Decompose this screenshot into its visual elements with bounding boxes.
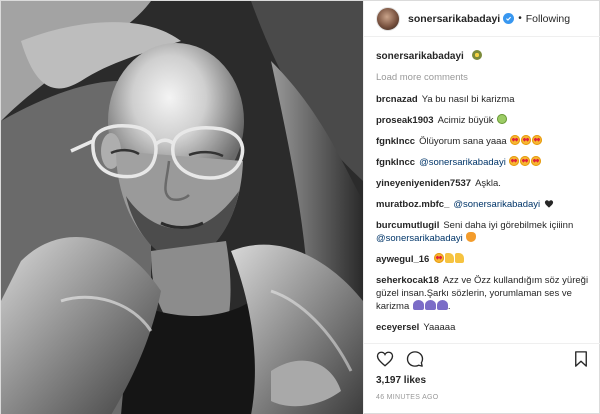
comment-mention-link[interactable]: @sonersarikabadayi — [376, 233, 463, 244]
post-sidebar: sonersarikabadayi • Following sonersarik… — [363, 1, 600, 414]
thumb-emoji-icon — [455, 253, 465, 263]
comment-username[interactable]: eceyersel — [376, 322, 419, 333]
comments-list: sonersarikabadayi Load more comments brc… — [364, 38, 600, 343]
comment-row: burcumutlugil Seni daha iyi görebilmek iç… — [376, 219, 590, 245]
likes-count[interactable]: 3,197 likes — [376, 375, 426, 386]
comment-username[interactable]: brcnazad — [376, 94, 418, 105]
heart-black-emoji-icon — [544, 199, 553, 208]
post-caption: sonersarikabadayi — [376, 50, 590, 64]
comment-username[interactable]: yineyeniyeniden7537 — [376, 178, 471, 189]
comment-row: yineyeniyeniden7537 Aşkla. — [376, 177, 590, 190]
comment-row: fgnklncc @sonersarikabadayi — [376, 156, 590, 169]
love-emoji-icon — [434, 253, 445, 263]
flower-emoji-icon — [471, 50, 482, 60]
header-username[interactable]: sonersarikabadayi — [408, 13, 500, 25]
post-timestamp: 46 MINUTES AGO — [376, 394, 439, 401]
comment-suffix: . — [447, 301, 451, 312]
comment-row: brcnazad Ya bu nasıl bi karizma — [376, 93, 590, 106]
comment-row: aywegul_16 — [376, 253, 590, 266]
ghost-emoji-icon — [436, 300, 448, 310]
love-emoji-icon — [509, 156, 520, 166]
verified-badge-icon — [503, 13, 515, 24]
post-header: sonersarikabadayi • Following — [364, 1, 600, 37]
following-button[interactable]: Following — [526, 13, 570, 25]
post-photo[interactable] — [1, 1, 363, 414]
comment-username[interactable]: fgnklncc — [376, 157, 415, 168]
post-actions-bar — [364, 343, 600, 373]
ghost-emoji-icon — [424, 300, 436, 310]
thumb-emoji-icon — [445, 253, 455, 263]
love-emoji-icon — [510, 135, 521, 145]
love-emoji-icon — [532, 135, 543, 145]
load-more-comments-button[interactable]: Load more comments — [376, 72, 590, 83]
comment-text: Seni daha iyi görebilmek içiiinn — [443, 220, 574, 231]
comment-username[interactable]: proseak1903 — [376, 115, 434, 126]
comment-username[interactable]: burcumutlugil — [376, 220, 439, 231]
comment-row: fgnklncc Ölüyorum sana yaaa — [376, 135, 590, 148]
comment-text: Acimiz büyük — [437, 115, 494, 126]
heart-outline-icon[interactable] — [376, 350, 394, 368]
cat-emoji-icon — [466, 232, 477, 242]
love-emoji-icon — [531, 156, 542, 166]
comment-row: proseak1903 Acimiz büyük — [376, 114, 590, 127]
comment-text: Ya bu nasıl bi karizma — [421, 94, 515, 105]
comment-username[interactable]: seherkocak18 — [376, 275, 439, 286]
sick-emoji-icon — [497, 114, 508, 124]
comment-username[interactable]: aywegul_16 — [376, 254, 429, 265]
comment-text: Ölüyorum sana yaaa — [419, 136, 507, 147]
comment-mention-link[interactable]: @sonersarikabadayi — [453, 199, 540, 210]
comment-row: muratboz.mbfc_ @sonersarikabadayi — [376, 198, 590, 211]
ghost-emoji-icon — [412, 300, 424, 310]
love-emoji-icon — [521, 135, 532, 145]
bookmark-icon[interactable] — [572, 350, 590, 368]
portrait-illustration — [1, 1, 363, 414]
comment-text: Aşkla. — [475, 178, 501, 189]
comment-icon[interactable] — [406, 350, 424, 368]
comment-username[interactable]: fgnklncc — [376, 136, 415, 147]
comment-text: Yaaaaa — [423, 322, 456, 333]
love-emoji-icon — [520, 156, 531, 166]
comment-mention-link[interactable]: @sonersarikabadayi — [419, 157, 506, 168]
caption-username[interactable]: sonersarikabadayi — [376, 51, 464, 62]
header-separator: • — [518, 13, 522, 24]
instagram-post-frame: sonersarikabadayi • Following sonersarik… — [0, 0, 600, 414]
comment-username[interactable]: muratboz.mbfc_ — [376, 199, 449, 210]
comment-row: seherkocak18 Azz ve Özz kullandığım söz y… — [376, 274, 590, 313]
avatar[interactable] — [376, 6, 400, 31]
comment-row: eceyersel Yaaaaa — [376, 321, 590, 334]
